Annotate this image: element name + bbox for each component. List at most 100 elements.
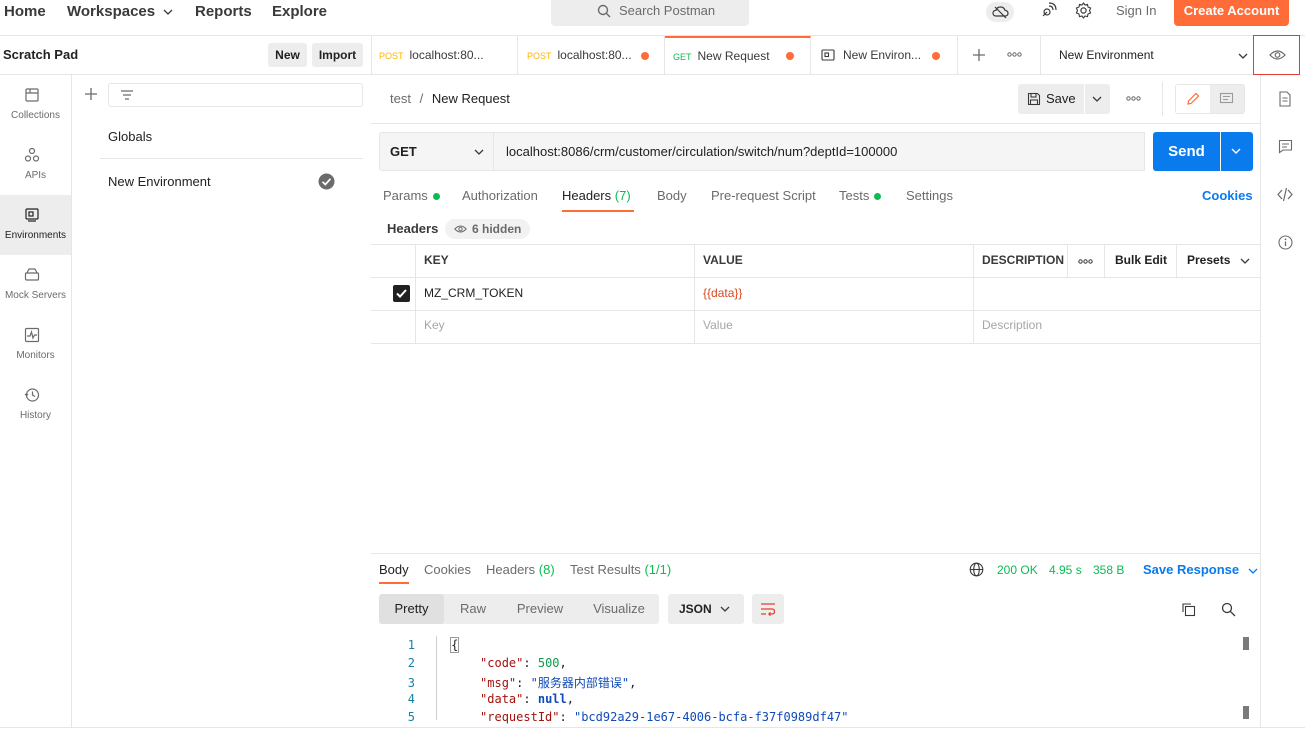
sign-in-link[interactable]: Sign In xyxy=(1116,0,1156,24)
response-status[interactable]: 200 OK xyxy=(997,563,1038,577)
environment-filter-input[interactable] xyxy=(108,83,363,107)
documentation-icon[interactable] xyxy=(1278,91,1292,107)
new-key-input[interactable]: Key xyxy=(424,318,445,332)
send-options-button[interactable] xyxy=(1221,132,1253,171)
edit-mode-button[interactable] xyxy=(1176,85,1210,113)
settings-button[interactable] xyxy=(1075,2,1092,19)
chevron-down-icon xyxy=(1092,94,1102,104)
tab-params-label: Params xyxy=(383,188,428,203)
nav-reports[interactable]: Reports xyxy=(195,0,252,24)
cookies-link[interactable]: Cookies xyxy=(1202,188,1253,203)
nav-explore[interactable]: Explore xyxy=(272,0,327,24)
tab-environment[interactable]: New Environ... xyxy=(811,36,958,75)
sidebar-item-environments[interactable]: Environments xyxy=(0,195,71,255)
response-size[interactable]: 358 B xyxy=(1093,563,1124,577)
view-raw[interactable]: Raw xyxy=(449,594,497,624)
new-tab-button[interactable] xyxy=(972,48,986,62)
method-select[interactable]: GET xyxy=(379,132,494,171)
active-environment-check[interactable] xyxy=(318,173,335,190)
column-header-value: VALUE xyxy=(703,253,743,267)
new-value-input[interactable]: Value xyxy=(703,318,733,332)
url-input[interactable]: localhost:8086/crm/customer/circulation/… xyxy=(494,132,1145,171)
table-column-divider xyxy=(1104,244,1105,277)
sidebar-rail: Collections APIs Environments Mock Serve… xyxy=(0,75,72,736)
tabs-more-button[interactable] xyxy=(1007,52,1022,57)
code-line: 2 "code": 500, xyxy=(380,656,567,670)
sidebar-item-monitors[interactable]: Monitors xyxy=(0,315,71,375)
save-response-button[interactable]: Save Response xyxy=(1143,562,1258,577)
save-button[interactable]: Save xyxy=(1018,84,1084,114)
code-brace: { xyxy=(450,637,460,653)
sidebar-item-collections[interactable]: Collections xyxy=(0,75,71,135)
tab-request-1[interactable]: POST localhost:80... xyxy=(372,36,518,75)
cloud-off-icon xyxy=(992,5,1009,19)
response-tab-headers[interactable]: Headers (8) xyxy=(486,562,555,577)
header-value-cell[interactable]: {{data}} xyxy=(703,286,742,300)
monitors-icon xyxy=(24,327,40,343)
table-column-divider xyxy=(973,244,974,343)
import-button[interactable]: Import xyxy=(312,43,363,67)
search-response-button[interactable] xyxy=(1221,602,1236,617)
response-tab-body[interactable]: Body xyxy=(379,562,409,577)
copy-response-button[interactable] xyxy=(1181,602,1196,617)
breadcrumb-current[interactable]: New Request xyxy=(432,91,510,106)
sidebar-item-apis[interactable]: APIs xyxy=(0,135,71,195)
nav-home[interactable]: Home xyxy=(4,0,46,24)
code-line: 3 "msg": "服务器内部错误", xyxy=(380,674,637,691)
sidebar-item-history[interactable]: History xyxy=(0,375,71,435)
sidebar-item-mock-servers[interactable]: Mock Servers xyxy=(0,255,71,315)
chevron-down-icon xyxy=(163,7,173,17)
tab-authorization[interactable]: Authorization xyxy=(462,188,538,203)
wrap-lines-button[interactable] xyxy=(752,594,784,624)
send-button[interactable]: Send xyxy=(1153,132,1220,171)
tab-title: New Request xyxy=(697,49,770,63)
environment-select[interactable]: New Environment xyxy=(1040,36,1254,75)
view-preview[interactable]: Preview xyxy=(505,594,575,624)
active-tab-indicator xyxy=(562,210,634,212)
hidden-headers-toggle[interactable]: 6 hidden xyxy=(445,219,530,239)
presets-button[interactable]: Presets xyxy=(1187,253,1250,267)
bulk-edit-button[interactable]: Bulk Edit xyxy=(1115,253,1167,267)
new-button[interactable]: New xyxy=(268,43,307,67)
new-description-input[interactable]: Description xyxy=(982,318,1042,332)
response-tab-test-results[interactable]: Test Results (1/1) xyxy=(570,562,671,577)
response-format-select[interactable]: JSON xyxy=(668,594,744,624)
tab-params[interactable]: Params xyxy=(383,188,440,203)
add-environment-button[interactable] xyxy=(84,87,98,101)
search-box[interactable]: Search Postman xyxy=(551,0,749,26)
info-icon[interactable] xyxy=(1278,235,1293,250)
tab-settings[interactable]: Settings xyxy=(906,188,953,203)
scrollbar-thumb-bottom[interactable] xyxy=(1243,706,1249,719)
request-divider xyxy=(371,123,1260,124)
request-more-button[interactable] xyxy=(1126,96,1141,101)
cloud-sync-button[interactable] xyxy=(986,2,1014,22)
view-visualize[interactable]: Visualize xyxy=(583,594,655,624)
save-options-button[interactable] xyxy=(1085,84,1110,114)
create-account-button[interactable]: Create Account xyxy=(1174,0,1289,26)
tab-tests[interactable]: Tests xyxy=(839,188,882,203)
response-tab-cookies[interactable]: Cookies xyxy=(424,562,471,577)
scrollbar-thumb-top[interactable] xyxy=(1243,637,1249,650)
response-time[interactable]: 4.95 s xyxy=(1049,563,1082,577)
nav-workspaces[interactable]: Workspaces xyxy=(67,0,173,24)
search-icon xyxy=(597,4,611,18)
comments-icon[interactable] xyxy=(1278,139,1293,154)
comment-mode-button[interactable] xyxy=(1210,85,1244,113)
header-key-cell[interactable]: MZ_CRM_TOKEN xyxy=(424,286,523,300)
tab-body[interactable]: Body xyxy=(657,188,687,203)
copy-icon xyxy=(1181,602,1196,617)
tab-request-2[interactable]: POST localhost:80... xyxy=(518,36,665,75)
tab-headers[interactable]: Headers (7) xyxy=(562,188,631,203)
plus-icon xyxy=(972,48,986,62)
satellite-button[interactable] xyxy=(1040,2,1057,19)
header-enabled-checkbox[interactable] xyxy=(393,285,410,302)
environment-globals[interactable]: Globals xyxy=(108,129,363,144)
tab-request-3[interactable]: GET New Request xyxy=(665,36,811,75)
environment-quick-look-button[interactable] xyxy=(1253,35,1300,75)
tab-prerequest-script[interactable]: Pre-request Script xyxy=(711,188,816,203)
view-pretty[interactable]: Pretty xyxy=(379,594,444,624)
code-icon[interactable] xyxy=(1277,187,1293,202)
network-info-button[interactable] xyxy=(969,562,984,577)
column-options-button[interactable] xyxy=(1078,259,1093,264)
breadcrumb-parent[interactable]: test xyxy=(390,91,411,106)
